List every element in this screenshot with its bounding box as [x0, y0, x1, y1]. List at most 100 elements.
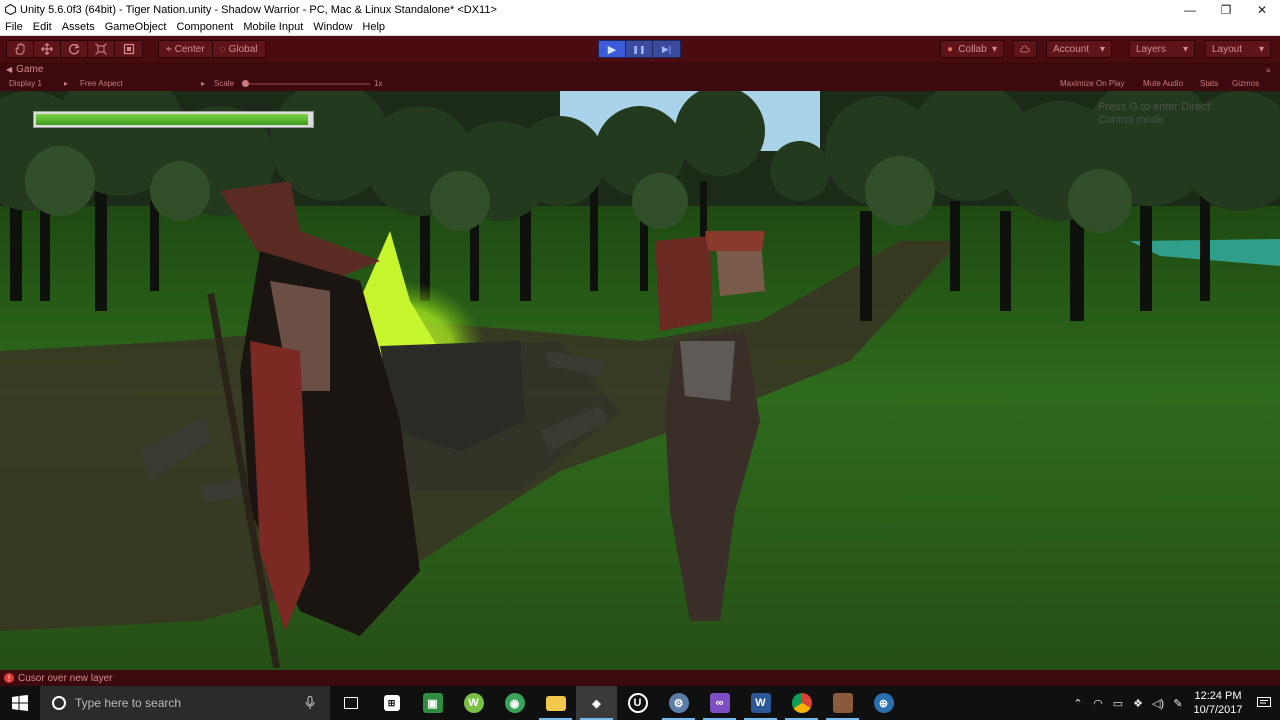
menu-window[interactable]: Window: [308, 21, 357, 33]
close-button[interactable]: ✕: [1244, 0, 1280, 19]
hand-tool-icon[interactable]: [7, 41, 34, 57]
title-bar: Unity 5.6.0f3 (64bit) - Tiger Nation.uni…: [0, 0, 1280, 19]
aspect-dropdown[interactable]: Free Aspect: [80, 79, 123, 88]
menu-help[interactable]: Help: [357, 21, 390, 33]
action-center-icon[interactable]: [1248, 697, 1280, 709]
game-controller-icon: ◀: [6, 65, 13, 74]
gizmos-dropdown[interactable]: Gizmos: [1232, 79, 1259, 88]
rect-tool-icon[interactable]: [115, 41, 142, 57]
toolbar: ⌖ Center ◌ Global ▶ ❚❚ ▶| ● Collab ▾ Acc…: [0, 36, 1280, 62]
direct-control-hint: Press G to enter Direct Control mode: [1098, 101, 1210, 126]
layout-label: Layout: [1212, 43, 1243, 55]
steam-icon[interactable]: ⚙: [658, 686, 699, 720]
file-explorer-icon[interactable]: [535, 686, 576, 720]
layers-label: Layers: [1136, 43, 1167, 55]
window-title: Unity 5.6.0f3 (64bit) - Tiger Nation.uni…: [20, 3, 497, 16]
cloud-icon: [1020, 45, 1030, 52]
pivot-center-label: Center: [174, 43, 205, 55]
menu-gameobject[interactable]: GameObject: [100, 21, 172, 33]
unity-logo-icon: [4, 4, 16, 16]
pause-button[interactable]: ❚❚: [626, 41, 653, 57]
play-button[interactable]: ▶: [599, 41, 626, 57]
chevron-down-icon: ▾: [1258, 43, 1264, 55]
chevron-down-icon: ▸: [201, 79, 206, 88]
account-dropdown[interactable]: Account ▾: [1046, 40, 1112, 58]
scale-slider[interactable]: [242, 83, 370, 85]
cortana-icon: [52, 696, 66, 710]
chrome-icon[interactable]: [781, 686, 822, 720]
taskbar-search[interactable]: Type here to search: [40, 686, 330, 720]
word-icon[interactable]: W: [740, 686, 781, 720]
stats-toggle[interactable]: Stats: [1200, 79, 1218, 88]
game-viewport[interactable]: Press G to enter Direct Control mode: [0, 91, 1280, 670]
battery-icon[interactable]: ▭: [1108, 697, 1128, 710]
error-icon: !: [4, 673, 14, 683]
menu-edit[interactable]: Edit: [28, 21, 57, 33]
maximize-button[interactable]: ❐: [1208, 0, 1244, 19]
task-view-icon[interactable]: [330, 686, 371, 720]
step-button[interactable]: ▶|: [653, 41, 680, 57]
unreal-icon[interactable]: U: [617, 686, 658, 720]
minimize-button[interactable]: —: [1172, 0, 1208, 19]
search-placeholder: Type here to search: [75, 696, 182, 710]
account-label: Account: [1053, 43, 1090, 55]
layers-dropdown[interactable]: Layers ▾: [1129, 40, 1195, 58]
layout-dropdown[interactable]: Layout ▾: [1205, 40, 1271, 58]
health-bar: [33, 111, 314, 128]
menu-bar: File Edit Assets GameObject Component Mo…: [0, 19, 1280, 36]
transform-tools: [6, 40, 143, 58]
chevron-down-icon: ▾: [1099, 43, 1105, 55]
system-tray: ⌃ ◠ ▭ ❖ ◁) ✎ 12:24 PM 10/7/2017: [1068, 686, 1280, 720]
maximize-on-play-toggle[interactable]: Maximize On Play: [1060, 79, 1124, 88]
pen-icon[interactable]: ✎: [1168, 697, 1188, 710]
dropbox-icon[interactable]: ❖: [1128, 697, 1148, 710]
scale-slider-thumb[interactable]: [242, 80, 249, 87]
chevron-down-icon: ▾: [1182, 43, 1188, 55]
scale-tool-icon[interactable]: [88, 41, 115, 57]
pivot-center-toggle[interactable]: ⌖ Center: [159, 41, 213, 57]
menu-file[interactable]: File: [0, 21, 28, 33]
mute-audio-toggle[interactable]: Mute Audio: [1143, 79, 1183, 88]
game-view-controls: Display 1 ▸ Free Aspect ▸ Scale 1x Maxim…: [0, 66, 1280, 91]
panel-options-icon[interactable]: ≡: [1266, 66, 1271, 75]
app-green2-icon[interactable]: ◉: [494, 686, 535, 720]
move-tool-icon[interactable]: [34, 41, 61, 57]
collab-dropdown[interactable]: ● Collab ▾: [940, 40, 1004, 58]
windows-logo-icon: [12, 695, 28, 711]
app-globe-icon[interactable]: ⊕: [863, 686, 904, 720]
menu-mobile-input[interactable]: Mobile Input: [238, 21, 308, 33]
tab-game-label: Game: [16, 64, 44, 75]
unity-icon[interactable]: ◈: [576, 686, 617, 720]
chevron-down-icon: ▾: [991, 43, 997, 55]
start-button[interactable]: [0, 686, 40, 720]
scale-label: Scale: [214, 79, 235, 88]
visual-studio-icon[interactable]: ∞: [699, 686, 740, 720]
globe-icon: ◌: [219, 43, 226, 55]
app-photo-icon[interactable]: [822, 686, 863, 720]
game-view-header: ◀ Game Display 1 ▸ Free Aspect ▸ Scale 1…: [0, 62, 1280, 91]
clock[interactable]: 12:24 PM 10/7/2017: [1188, 689, 1248, 717]
space-global-toggle[interactable]: ◌ Global: [213, 41, 265, 57]
menu-assets[interactable]: Assets: [57, 21, 100, 33]
network-icon[interactable]: ◠: [1088, 697, 1108, 710]
collab-label: Collab: [958, 43, 987, 55]
whatsapp-icon[interactable]: W: [453, 686, 494, 720]
menu-component[interactable]: Component: [171, 21, 238, 33]
clock-time: 12:24 PM: [1194, 690, 1242, 702]
display-dropdown[interactable]: Display 1: [9, 79, 42, 88]
rotate-tool-icon[interactable]: [61, 41, 88, 57]
pivot-icon: ⌖: [166, 43, 172, 55]
app-green-icon[interactable]: ▣: [412, 686, 453, 720]
tab-game[interactable]: ◀ Game: [6, 64, 43, 75]
chevron-down-icon: ▸: [64, 79, 69, 88]
status-message: Cusor over new layer: [18, 672, 113, 684]
chevron-up-icon[interactable]: ⌃: [1068, 697, 1088, 710]
microphone-icon[interactable]: [304, 696, 316, 710]
pivot-toggles: ⌖ Center ◌ Global: [158, 40, 266, 58]
status-bar[interactable]: ! Cusor over new layer: [0, 670, 1280, 686]
store-icon[interactable]: ⊞: [371, 686, 412, 720]
volume-icon[interactable]: ◁): [1148, 697, 1168, 710]
scale-value: 1x: [374, 79, 383, 88]
space-global-label: Global: [228, 43, 258, 55]
cloud-button[interactable]: [1013, 40, 1037, 58]
